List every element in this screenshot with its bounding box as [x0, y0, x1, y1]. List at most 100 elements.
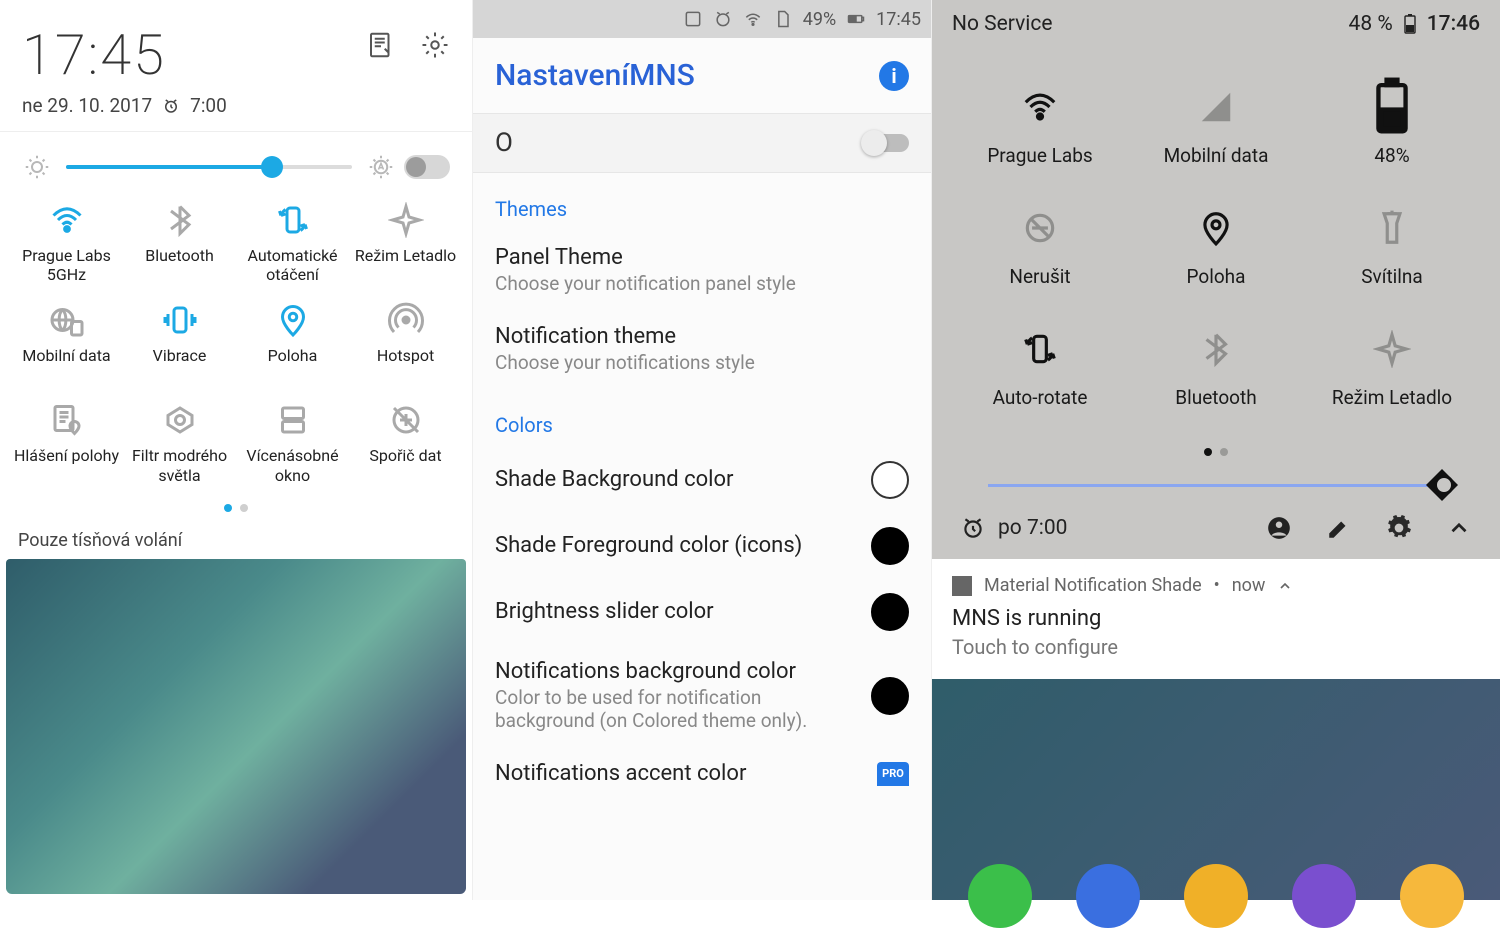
qs-tile-multiwindow[interactable]: Vícenásobné okno — [236, 402, 349, 484]
qs-tile-label: Bluetooth — [1175, 386, 1256, 409]
chevron-up-icon[interactable] — [1277, 578, 1293, 594]
flashlight-icon — [1373, 209, 1411, 247]
settings-item[interactable]: Panel ThemeChoose your notification pane… — [495, 231, 909, 310]
notif-app-icon — [952, 576, 972, 596]
alarm-icon — [162, 97, 180, 115]
battery-icon — [1373, 88, 1411, 126]
qs-tile-rotate[interactable]: Automatické otáčení — [236, 202, 349, 284]
qs-tile-wifi[interactable]: Prague Labs — [952, 88, 1128, 167]
color-swatch[interactable] — [871, 461, 909, 499]
qs-tile-battery[interactable]: 48% — [1304, 88, 1480, 167]
color-swatch[interactable] — [871, 677, 909, 715]
qs-tile-location[interactable]: Poloha — [1128, 209, 1304, 288]
dock-app[interactable] — [1400, 864, 1464, 928]
dock-app[interactable] — [1076, 864, 1140, 928]
settings-item[interactable]: Notifications background colorColor to b… — [495, 645, 909, 748]
master-enable-row[interactable]: O — [473, 113, 931, 173]
qs-tile-vibrate[interactable]: Vibrace — [123, 302, 236, 384]
settings-gear-icon[interactable] — [420, 30, 450, 64]
status-time: 17:45 — [876, 9, 921, 30]
qs-tile-rotate[interactable]: Auto-rotate — [952, 330, 1128, 409]
qs-tile-label: Režim Letadlo — [355, 246, 456, 284]
hotspot-icon — [388, 302, 424, 338]
qs-tile-label: Prague Labs 5GHz — [10, 246, 123, 284]
master-enable-toggle[interactable] — [863, 134, 909, 152]
settings-item[interactable]: Shade Background color — [495, 447, 909, 513]
bluetooth-icon — [1197, 330, 1235, 368]
shade-footer: po 7:00 — [932, 487, 1500, 559]
qs-tile-bluetooth[interactable]: Bluetooth — [123, 202, 236, 284]
qs-tile-airplane[interactable]: Režim Letadlo — [1304, 330, 1480, 409]
qs-tile-label: Mobilní data — [22, 346, 110, 384]
dock-app[interactable] — [1292, 864, 1356, 928]
qs-tile-location[interactable]: Poloha — [236, 302, 349, 384]
settings-gear-icon[interactable] — [1386, 515, 1412, 541]
dnd-icon — [1021, 209, 1059, 247]
dock-app[interactable] — [968, 864, 1032, 928]
pro-badge: PRO — [877, 762, 909, 786]
settings-item[interactable]: Notifications accent colorPRO — [495, 747, 909, 800]
item-title: Shade Foreground color (icons) — [495, 533, 855, 558]
qs-tile-label: Nerušit — [1009, 265, 1070, 288]
edit-icon[interactable] — [1326, 515, 1352, 541]
alarm-icon — [960, 515, 986, 541]
user-icon[interactable] — [1266, 515, 1292, 541]
qs-tile-mobiledata[interactable]: Mobilní data — [10, 302, 123, 384]
item-title: Panel Theme — [495, 245, 909, 270]
qs-tile-bluefilter[interactable]: Filtr modrého světla — [123, 402, 236, 484]
info-button[interactable]: i — [879, 61, 909, 91]
qs-tile-datasaver[interactable]: Spořič dat — [349, 402, 462, 484]
item-title: Notifications background color — [495, 659, 855, 684]
qs-tile-label: Bluetooth — [145, 246, 214, 284]
datasaver-icon — [388, 402, 424, 438]
edit-tiles-icon[interactable] — [366, 30, 396, 64]
emui-shade: 17:45 ne 29. 10. 2017 7:00 P — [0, 0, 472, 900]
item-title: Notification theme — [495, 324, 909, 349]
qs-tile-label: Filtr modrého světla — [123, 446, 236, 484]
qs-tile-locreport[interactable]: Hlášení polohy — [10, 402, 123, 484]
settings-item[interactable]: Brightness slider color — [495, 579, 909, 645]
qs-tile-flashlight[interactable]: Svítilna — [1304, 209, 1480, 288]
alarm-time: 7:00 — [190, 94, 227, 117]
settings-item[interactable]: Shade Foreground color (icons) — [495, 513, 909, 579]
qs-tile-label: Vibrace — [153, 346, 207, 384]
dock-app[interactable] — [1184, 864, 1248, 928]
alarm-icon — [713, 9, 733, 29]
status-bar: 49% 17:45 — [473, 0, 931, 38]
status-battery: 48 % — [1349, 12, 1393, 36]
auto-brightness-toggle[interactable] — [404, 155, 450, 179]
page-title: NastaveníMNS — [495, 58, 695, 93]
brightness-slider[interactable] — [66, 165, 352, 169]
settings-item[interactable]: Notification themeChoose your notificati… — [495, 310, 909, 389]
status-battery: 49% — [803, 9, 836, 30]
notif-subtitle: Touch to configure — [952, 635, 1480, 659]
brightness-slider[interactable] — [932, 484, 1500, 487]
date-text: ne 29. 10. 2017 — [22, 94, 152, 117]
wifi-icon — [743, 9, 763, 29]
qs-tile-wifi[interactable]: Prague Labs 5GHz — [10, 202, 123, 284]
footer-alarm[interactable]: po 7:00 — [998, 516, 1067, 540]
qs-tile-dnd[interactable]: Nerušit — [952, 209, 1128, 288]
aosp-shade: No Service 48 % 17:46 Prague Labs Mobiln… — [932, 0, 1500, 900]
qs-tile-signal[interactable]: Mobilní data — [1128, 88, 1304, 167]
master-enable-label: O — [495, 128, 513, 158]
color-swatch[interactable] — [871, 527, 909, 565]
qs-tile-bluetooth[interactable]: Bluetooth — [1128, 330, 1304, 409]
emergency-calls-text: Pouze tísňová volání — [0, 524, 472, 559]
nfc-icon — [683, 9, 703, 29]
brightness-icon — [22, 152, 52, 182]
status-time: 17:46 — [1427, 12, 1480, 36]
qs-tile-label: Automatické otáčení — [236, 246, 349, 284]
section-colors: Colors — [495, 389, 909, 447]
wallpaper-preview — [6, 559, 466, 894]
qs-tile-hotspot[interactable]: Hotspot — [349, 302, 462, 384]
vibrate-icon — [162, 302, 198, 338]
sim-icon — [773, 9, 793, 29]
color-swatch[interactable] — [871, 593, 909, 631]
collapse-icon[interactable] — [1446, 515, 1472, 541]
multiwindow-icon — [275, 402, 311, 438]
notification-card[interactable]: Material Notification Shade • now MNS is… — [932, 559, 1500, 679]
locreport-icon — [49, 402, 85, 438]
location-icon — [275, 302, 311, 338]
qs-tile-airplane[interactable]: Režim Letadlo — [349, 202, 462, 284]
